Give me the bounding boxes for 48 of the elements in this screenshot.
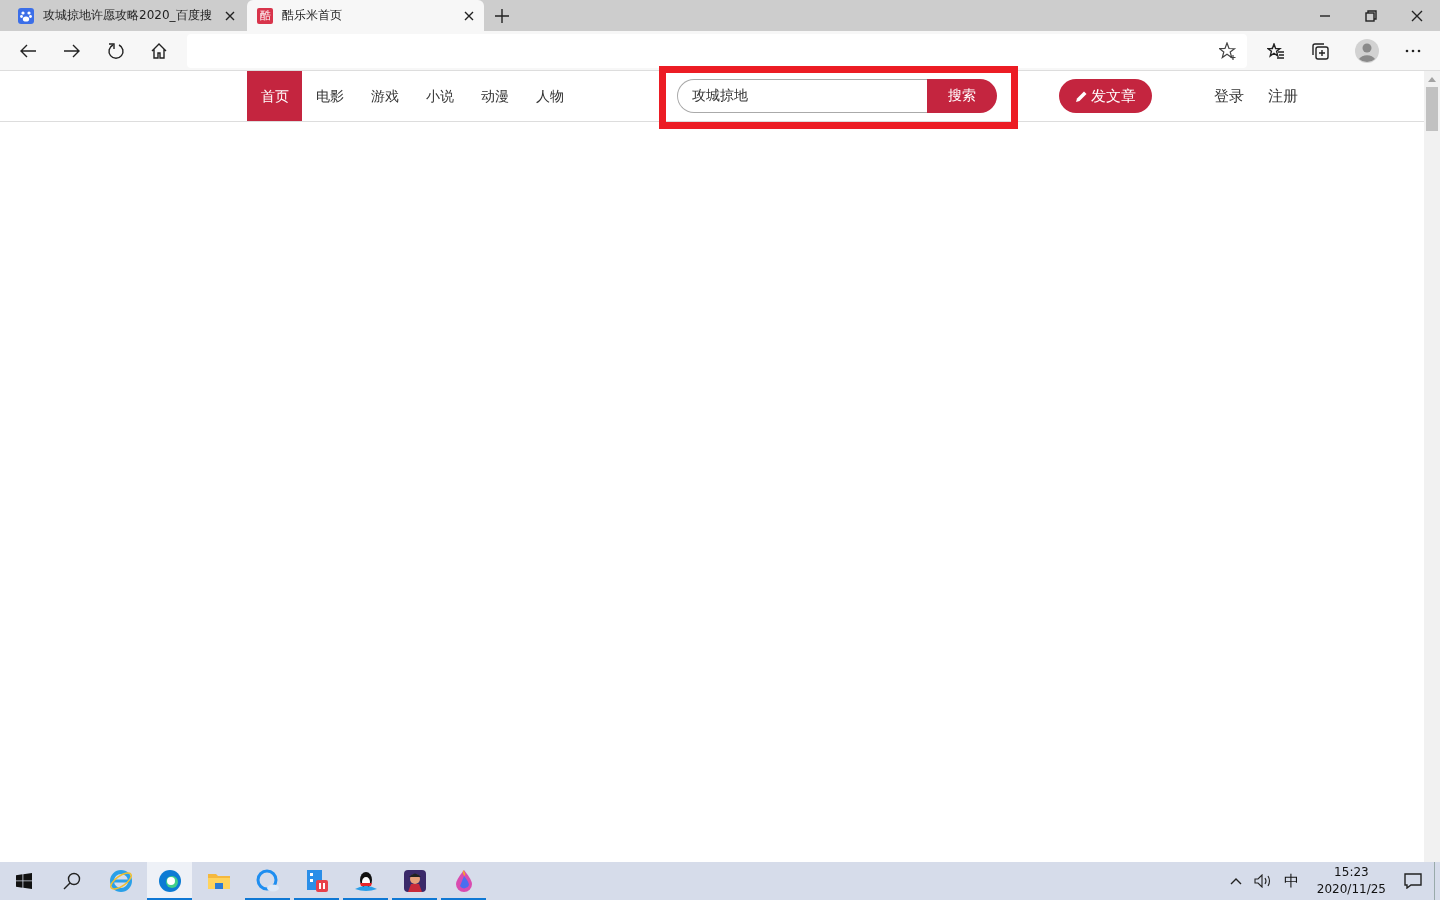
clock-time[interactable]: 15:23	[1334, 864, 1369, 881]
close-icon[interactable]	[464, 10, 474, 21]
nav-link[interactable]: 动漫	[467, 71, 522, 121]
tab-title: 酷乐米首页	[282, 7, 343, 24]
windows-logo-icon	[16, 873, 32, 889]
nav-link[interactable]: 首页	[247, 71, 302, 121]
collections-icon[interactable]	[1311, 41, 1329, 60]
new-tab-icon[interactable]	[495, 8, 509, 23]
more-icon[interactable]	[1405, 48, 1421, 53]
tab-favicon: 酷	[257, 7, 273, 24]
forward-arrow-icon[interactable]	[63, 42, 81, 59]
profile-avatar-icon[interactable]	[1355, 38, 1379, 63]
edge-icon	[157, 869, 182, 893]
chat-bubble-icon	[255, 869, 280, 893]
favorites-icon[interactable]	[1267, 42, 1285, 59]
back-arrow-icon[interactable]	[19, 42, 37, 59]
scroll-thumb[interactable]	[1426, 87, 1438, 131]
nav-link[interactable]: 小说	[412, 71, 467, 121]
search-icon	[63, 872, 81, 890]
browser-tab[interactable]: 酷 酷乐米首页	[247, 0, 484, 31]
home-icon[interactable]	[151, 42, 167, 59]
nav-link[interactable]: 游戏	[357, 71, 412, 121]
paw-icon	[18, 7, 34, 24]
nav-link[interactable]: 电影	[302, 71, 357, 121]
address-bar[interactable]	[187, 33, 1247, 68]
notification-icon[interactable]	[1404, 873, 1422, 889]
input-method-indicator[interactable]: 中	[1283, 871, 1299, 891]
header-link[interactable]: 注册	[1268, 86, 1298, 106]
search-button[interactable]: 搜索	[927, 79, 997, 113]
search-field[interactable]: 攻城掠地	[677, 79, 927, 113]
tab-title: 攻城掠地许愿攻略2020_百度搜	[43, 7, 213, 24]
chevron-up-icon[interactable]	[1229, 877, 1242, 885]
pencil-icon	[1075, 89, 1088, 103]
browser-tab[interactable]: 攻城掠地许愿攻略2020_百度搜	[8, 0, 245, 31]
ie-icon	[108, 869, 133, 893]
speaker-icon[interactable]	[1253, 874, 1272, 888]
refresh-icon[interactable]	[107, 41, 125, 60]
penguin-icon	[353, 869, 378, 893]
nav-link[interactable]: 人物	[522, 71, 577, 121]
star-icon[interactable]	[1219, 41, 1237, 60]
game-icon	[402, 869, 427, 893]
close-icon[interactable]	[225, 10, 235, 21]
post-article-button[interactable]: 发文章	[1059, 79, 1152, 113]
clock-date[interactable]: 2020/11/25	[1316, 881, 1386, 898]
film-icon	[304, 869, 329, 893]
header-link[interactable]: 登录	[1214, 86, 1244, 106]
restore-icon[interactable]	[1365, 9, 1377, 22]
close-icon[interactable]	[1411, 9, 1423, 22]
